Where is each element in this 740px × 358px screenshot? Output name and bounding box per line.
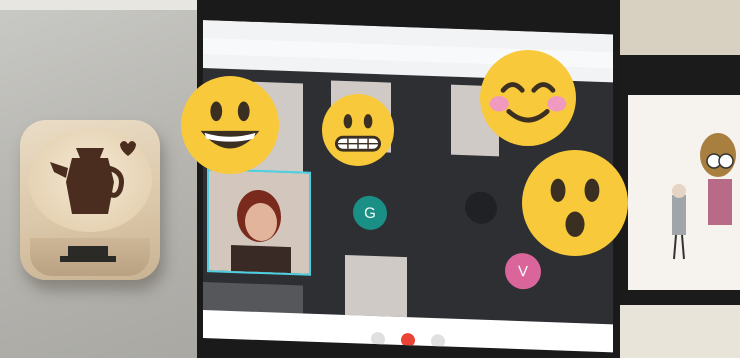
woman-portrait-icon <box>209 170 309 274</box>
wooden-die <box>20 120 160 280</box>
smiling-face-blush-icon <box>480 50 576 146</box>
microphone-button[interactable] <box>371 331 385 347</box>
illustration-screen <box>628 95 740 290</box>
grimacing-face-icon <box>322 94 394 166</box>
hang-up-button[interactable] <box>401 332 415 348</box>
astonished-face-icon <box>522 150 628 256</box>
desk-shelf <box>620 305 740 358</box>
participant-avatar-empty <box>465 191 497 225</box>
die-bottom-face <box>30 238 150 276</box>
camera-button[interactable] <box>431 333 445 349</box>
die-bottom-icon <box>60 246 116 262</box>
illustration-icon <box>672 133 736 260</box>
participant-avatar: V <box>505 252 541 290</box>
coffee-pot-icon <box>50 141 136 214</box>
grinning-face-icon <box>181 76 279 174</box>
participant-tile-speaking <box>207 168 311 276</box>
call-controls-bar <box>203 310 613 353</box>
die-face <box>28 128 152 232</box>
photo-collage: G V <box>0 0 740 358</box>
photo-top-strip <box>0 0 197 10</box>
second-monitor <box>620 55 740 305</box>
die-photo <box>0 0 197 358</box>
participant-tile <box>345 254 407 318</box>
participant-avatar: G <box>353 195 387 231</box>
right-desk-area <box>620 0 740 358</box>
